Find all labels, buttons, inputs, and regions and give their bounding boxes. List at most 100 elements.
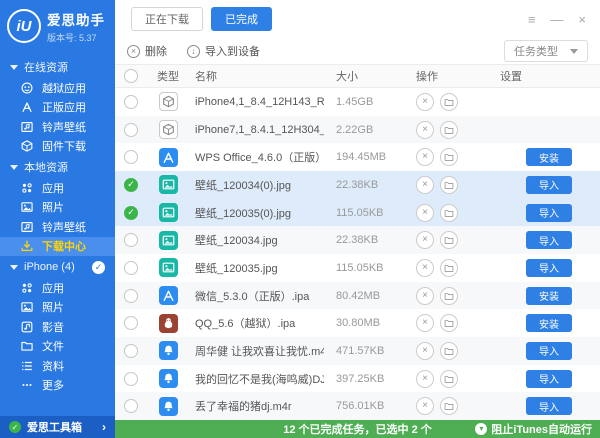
block-itunes-toggle[interactable]: ▾ 阻止iTunes自动运行 [475,421,600,437]
import-button[interactable]: 导入 [526,342,572,360]
open-folder-button[interactable] [440,342,458,360]
sidebar-item-download-center[interactable]: 下载中心 [0,237,115,257]
import-button[interactable]: 导入 [526,176,572,194]
task-type-dropdown[interactable]: 任务类型 [504,40,588,62]
sidebar-item-genuine-app[interactable]: 正版应用 [0,98,115,118]
tab-downloading[interactable]: 正在下载 [131,7,203,31]
sidebar-section-title[interactable]: iPhone (4) ✓ [0,256,115,278]
sidebar: iU 爱思助手 版本号: 5.37 在线资源 越狱应用 正版应用 铃声壁纸 固件… [0,0,115,438]
row-checkbox[interactable] [124,261,138,275]
row-checkbox[interactable]: ✓ [124,178,138,192]
remove-task-button[interactable]: × [416,176,434,194]
sidebar-item-label: 铃声壁纸 [42,219,86,235]
image-file-icon [159,203,178,222]
import-button[interactable]: 导入 [526,370,572,388]
remove-task-button[interactable]: × [416,287,434,305]
open-folder-button[interactable] [440,259,458,277]
toolbox-label: 爱思工具箱 [27,419,82,435]
tab-completed[interactable]: 已完成 [211,7,272,31]
ringtone-file-icon [159,341,178,360]
sidebar-section: 在线资源 越狱应用 正版应用 铃声壁纸 固件下载 [0,56,115,156]
sidebar-section-title[interactable]: 本地资源 [0,156,115,178]
remove-task-button[interactable]: × [416,121,434,139]
row-checkbox[interactable] [124,372,138,386]
sidebar-item-label: 铃声壁纸 [42,119,86,135]
minimize-icon[interactable]: — [550,13,563,26]
remove-task-button[interactable]: × [416,370,434,388]
photos-icon [20,200,34,214]
sidebar-item-apps[interactable]: 应用 [0,178,115,198]
row-checkbox[interactable] [124,95,138,109]
sidebar-item-photos[interactable]: 照片 [0,198,115,218]
ringtone-file-icon [159,397,178,416]
import-button[interactable]: 导入 [526,259,572,277]
ringtone-wallpaper-icon [20,120,34,134]
row-checkbox[interactable] [124,150,138,164]
install-button[interactable]: 安装 [526,314,572,332]
sidebar-item-apps[interactable]: 应用 [0,278,115,298]
sidebar-item-files[interactable]: 文件 [0,337,115,357]
install-button[interactable]: 安装 [526,287,572,305]
menu-icon[interactable]: ≡ [528,13,536,26]
remove-task-button[interactable]: × [416,342,434,360]
toolbox-bar[interactable]: ✓ 爱思工具箱 › [0,416,115,438]
remove-task-button[interactable]: × [416,397,434,415]
ringtone-file-icon [159,369,178,388]
sidebar-item-data[interactable]: 资料 [0,356,115,376]
close-icon[interactable]: × [578,13,586,26]
open-folder-button[interactable] [440,204,458,222]
open-folder-button[interactable] [440,231,458,249]
import-to-device-button[interactable]: ↓ 导入到设备 [187,43,260,59]
row-checkbox[interactable] [124,316,138,330]
app-title: 爱思助手 [47,9,105,29]
import-button[interactable]: 导入 [526,204,572,222]
open-folder-button[interactable] [440,176,458,194]
open-folder-button[interactable] [440,370,458,388]
remove-task-button[interactable]: × [416,204,434,222]
remove-task-button[interactable]: × [416,314,434,332]
column-settings: 设置 [498,68,600,84]
import-button[interactable]: 导入 [526,397,572,415]
open-folder-button[interactable] [440,148,458,166]
sidebar-item-ringtone-wallpaper[interactable]: 铃声壁纸 [0,217,115,237]
ipsw-file-icon [159,92,178,111]
sidebar-item-photos[interactable]: 照片 [0,298,115,318]
remove-task-button[interactable]: × [416,93,434,111]
open-folder-button[interactable] [440,121,458,139]
app-logo-icon: iU [7,9,41,43]
row-checkbox[interactable] [124,123,138,137]
sidebar-item-ringtone-wallpaper[interactable]: 铃声壁纸 [0,117,115,137]
chevron-right-icon: › [102,420,106,434]
remove-task-button[interactable]: × [416,259,434,277]
sidebar-section-title[interactable]: 在线资源 [0,56,115,78]
sidebar-section: 本地资源 应用 照片 铃声壁纸 下载中心 [0,156,115,256]
select-all-checkbox[interactable] [124,69,138,83]
install-button[interactable]: 安装 [526,148,572,166]
sidebar-item-more[interactable]: 更多 [0,376,115,396]
sidebar-item-firmware-download[interactable]: 固件下载 [0,137,115,157]
open-folder-button[interactable] [440,314,458,332]
row-checkbox[interactable]: ✓ [124,206,138,220]
import-button[interactable]: 导入 [526,231,572,249]
column-type: 类型 [147,68,189,84]
row-checkbox[interactable] [124,399,138,413]
sidebar-item-jailbreak-app[interactable]: 越狱应用 [0,78,115,98]
app-window: iU 爱思助手 版本号: 5.37 在线资源 越狱应用 正版应用 铃声壁纸 固件… [0,0,600,438]
row-checkbox[interactable] [124,344,138,358]
sidebar-item-label: 正版应用 [42,99,86,115]
row-checkbox[interactable] [124,233,138,247]
delete-button[interactable]: × 删除 [127,43,167,59]
open-folder-button[interactable] [440,287,458,305]
device-check-badge: ✓ [92,261,105,274]
chevron-down-icon [570,49,578,54]
sidebar-item-label: 应用 [42,280,64,296]
sidebar-item-media[interactable]: 影音 [0,317,115,337]
import-arrow-icon: ↓ [187,45,200,58]
row-checkbox[interactable] [124,289,138,303]
open-folder-button[interactable] [440,93,458,111]
remove-task-button[interactable]: × [416,231,434,249]
sidebar-item-label: 下载中心 [42,238,86,254]
open-folder-button[interactable] [440,397,458,415]
remove-task-button[interactable]: × [416,148,434,166]
main-panel: 正在下载 已完成 ≡ — × × 删除 ↓ 导入到设备 任务类型 [115,0,600,438]
